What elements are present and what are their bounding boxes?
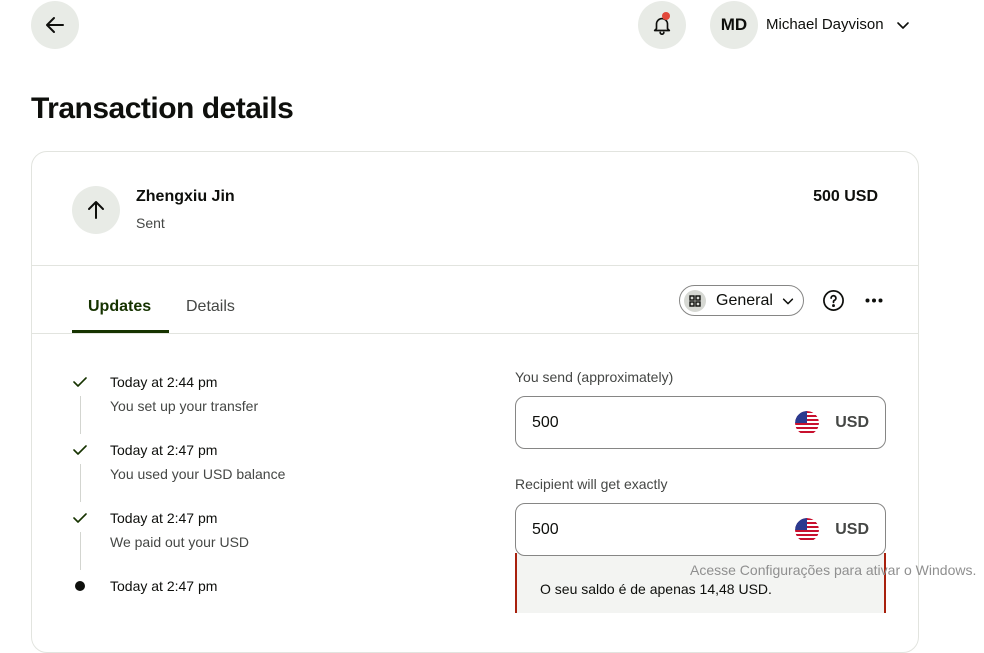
us-flag-icon — [795, 517, 820, 542]
balance-warning-text: O seu saldo é de apenas 14,48 USD. — [540, 581, 772, 597]
more-icon[interactable] — [865, 298, 883, 303]
timeline-time: Today at 2:47 pm — [110, 510, 218, 526]
timeline-text: You set up your transfer — [110, 398, 259, 414]
check-icon — [73, 445, 87, 455]
help-icon[interactable] — [822, 289, 845, 312]
receive-currency: USD — [835, 520, 869, 538]
balance-warning: O seu saldo é de apenas 14,48 USD. — [515, 553, 886, 613]
avatar[interactable]: MD — [710, 1, 758, 49]
send-currency: USD — [835, 413, 869, 431]
check-icon — [73, 377, 87, 387]
timeline-text: You used your USD balance — [110, 466, 286, 482]
send-amount-label: You send (approximately) — [515, 369, 674, 385]
view-select[interactable]: General — [679, 285, 804, 316]
user-name[interactable]: Michael Dayvison — [766, 16, 884, 33]
receive-amount-field[interactable]: 500 USD — [515, 503, 886, 556]
receive-amount-label: Recipient will get exactly — [515, 476, 668, 492]
check-icon — [73, 513, 87, 523]
grid-icon — [684, 289, 706, 312]
arrow-left-icon — [46, 17, 64, 33]
timeline-connector — [80, 396, 81, 434]
chevron-down-icon[interactable] — [895, 17, 911, 33]
notifications-button[interactable] — [638, 1, 686, 49]
arrow-up-icon — [88, 201, 104, 219]
view-select-label: General — [716, 291, 773, 309]
avatar-initials: MD — [720, 15, 748, 34]
recipient-name: Zhengxiu Jin — [136, 188, 235, 205]
receive-amount-value: 500 — [532, 520, 559, 538]
us-flag-icon — [795, 410, 820, 435]
timeline-connector — [80, 532, 81, 570]
transaction-amount: 500 USD — [813, 188, 878, 205]
back-button[interactable] — [31, 1, 79, 49]
divider — [32, 333, 918, 334]
send-amount-field[interactable]: 500 USD — [515, 396, 886, 449]
page-title: Transaction details — [31, 92, 294, 125]
timeline-time: Today at 2:47 pm — [110, 578, 218, 594]
send-amount-value: 500 — [532, 413, 559, 431]
chevron-down-icon — [782, 297, 794, 304]
timeline-text: We paid out your USD — [110, 534, 250, 550]
timeline-time: Today at 2:44 pm — [110, 374, 218, 390]
transaction-card: Zhengxiu Jin Sent 500 USD Updates Detail… — [31, 151, 919, 653]
tab-updates[interactable]: Updates — [88, 298, 151, 316]
divider — [32, 265, 918, 266]
timeline-current-dot — [75, 581, 85, 591]
transaction-status: Sent — [136, 215, 165, 231]
timeline-time: Today at 2:47 pm — [110, 442, 218, 458]
tab-details[interactable]: Details — [186, 298, 235, 316]
notification-dot — [662, 12, 670, 20]
transaction-icon — [72, 186, 120, 234]
timeline-connector — [80, 464, 81, 502]
